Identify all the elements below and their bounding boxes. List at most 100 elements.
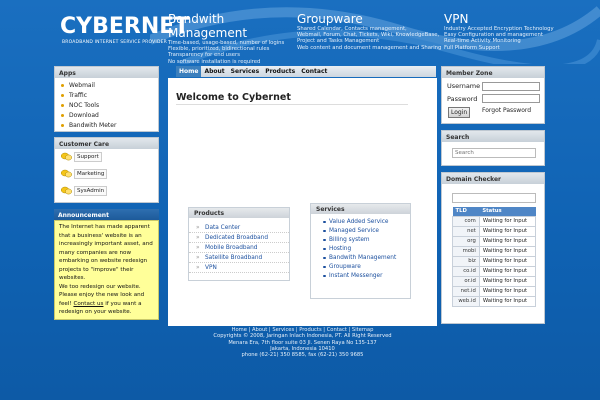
tld-header: TLD: [452, 207, 480, 216]
nav-home[interactable]: Home: [176, 66, 202, 77]
password-label: Password: [447, 95, 478, 103]
service-link-value-added[interactable]: Value Added Service: [321, 217, 410, 226]
nav-services[interactable]: Services: [228, 66, 263, 77]
domain-checker-panel: Domain Checker TLD Status com Waiting for…: [441, 172, 545, 324]
feature-title: Groupware: [297, 12, 363, 26]
service-link-instant-messenger[interactable]: Instant Messenger: [321, 271, 410, 280]
product-link-satellite-broadband[interactable]: Satellite Broadband: [189, 253, 289, 263]
tld-cell: com: [452, 215, 480, 227]
tld-cell: or.id: [452, 275, 480, 287]
announcement-line: many companies are now: [59, 249, 132, 256]
feature-title: VPN: [444, 12, 469, 26]
member-zone-title: Member Zone: [442, 67, 544, 78]
announcement-panel: Announcement The Internet has made appar…: [54, 209, 159, 334]
footer: Home | About | Services | Products | Con…: [168, 327, 437, 358]
app-link-traffic[interactable]: Traffic: [55, 90, 158, 100]
nav-contact[interactable]: Contact: [298, 66, 330, 77]
search-panel: Search: [441, 130, 545, 166]
header-feature-vpn: VPN Industry Accepted Encryption Technol…: [444, 12, 594, 51]
contact-us-link[interactable]: Contact us: [73, 301, 103, 307]
domain-checker-title: Domain Checker: [442, 173, 544, 184]
announcement-line: embarking on website redesign: [59, 258, 148, 264]
app-link-webmail[interactable]: Webmail: [55, 80, 158, 90]
domain-row: org Waiting for Input: [452, 235, 537, 247]
care-item-sysadmin[interactable]: SysAdmin: [55, 183, 158, 200]
service-link-billing[interactable]: Billing system: [321, 235, 410, 244]
site-tagline: BROADBAND INTERNET SERVICE PROVIDER: [62, 40, 167, 45]
domain-input[interactable]: [452, 193, 536, 203]
product-link-data-center[interactable]: Data Center: [189, 223, 289, 233]
tld-cell: mobi: [452, 245, 480, 257]
domain-row: biz Waiting for Input: [452, 255, 537, 267]
login-button[interactable]: Login: [448, 107, 471, 118]
status-cell: Waiting for Input: [478, 215, 537, 227]
tld-cell: co.id: [452, 265, 480, 277]
customer-care-panel: Customer Care Support Marketing SysAdmin: [54, 137, 159, 203]
feature-line: Web content and document management and …: [297, 44, 442, 51]
domain-table: TLD Status com Waiting for Input net Waiti…: [452, 207, 537, 307]
care-label[interactable]: Support: [74, 152, 102, 162]
chat-bubbles-icon: [61, 152, 72, 161]
tld-cell: web.id: [452, 295, 480, 307]
product-link-dedicated-broadband[interactable]: Dedicated Broadband: [189, 233, 289, 243]
password-input[interactable]: [482, 94, 540, 103]
domain-row: co.id Waiting for Input: [452, 265, 537, 277]
chat-bubbles-icon: [61, 186, 72, 195]
products-box: Products Data Center Dedicated Broadband…: [188, 207, 290, 281]
domain-row: or.id Waiting for Input: [452, 275, 537, 287]
care-item-marketing[interactable]: Marketing: [55, 166, 158, 183]
service-link-bandwith[interactable]: Bandwith Management: [321, 253, 410, 262]
product-link-mobile-broadband[interactable]: Mobile Broadband: [189, 243, 289, 253]
announcement-line: that a business' website is an: [59, 232, 142, 239]
header-feature-groupware: Groupware Shared Calendar, Contacts mana…: [297, 12, 442, 51]
status-cell: Waiting for Input: [478, 245, 537, 257]
announcement-line: projects to "improve" their: [59, 266, 134, 273]
search-title: Search: [442, 131, 544, 142]
username-input[interactable]: [482, 82, 540, 91]
status-cell: Waiting for Input: [478, 295, 537, 307]
nav-products[interactable]: Products: [262, 66, 298, 77]
announcement-line: We too redesign our website.: [59, 283, 141, 290]
service-link-groupware[interactable]: Groupware: [321, 262, 410, 271]
service-link-managed[interactable]: Managed Service: [321, 226, 410, 235]
feature-line: Full Platform Support: [444, 44, 500, 51]
domain-row: net Waiting for Input: [452, 225, 537, 237]
search-input[interactable]: [452, 148, 536, 158]
announcement-line: websites.: [59, 275, 86, 281]
chat-bubbles-icon: [61, 169, 72, 178]
services-title: Services: [311, 204, 410, 214]
customer-care-title: Customer Care: [55, 138, 158, 149]
domain-table-header: TLD Status: [452, 207, 536, 216]
announcement-text: The Internet has made apparent that a bu…: [54, 220, 159, 320]
feature-title: Bandwith Management: [168, 12, 248, 40]
announcement-line: Please enjoy the new look and: [59, 292, 145, 298]
member-zone-panel: Member Zone Username Password Login Forg…: [441, 66, 545, 124]
app-link-download[interactable]: Download: [55, 110, 158, 120]
page-title: Welcome to Cybernet: [176, 92, 291, 103]
title-divider: [176, 104, 408, 105]
status-cell: Waiting for Input: [478, 235, 537, 247]
domain-row: mobi Waiting for Input: [452, 245, 537, 257]
app-link-noc-tools[interactable]: NOC Tools: [55, 100, 158, 110]
domain-row: com Waiting for Input: [452, 215, 537, 227]
tld-cell: org: [452, 235, 480, 247]
main-nav: Home About Services Products Contact: [176, 66, 436, 77]
care-label[interactable]: Marketing: [74, 169, 108, 179]
announcement-line: increasingly important asset, and: [59, 241, 153, 247]
tld-cell: net.id: [452, 285, 480, 297]
app-link-bandwith-meter[interactable]: Bandwith Meter: [55, 120, 158, 130]
header-feature-bandwidth: Bandwith Management Time-based, usage-ba…: [168, 12, 293, 65]
announcement-title: Announcement: [54, 209, 159, 220]
footer-phone: phone (62-21) 350 8585, fax (62-21) 350 …: [241, 352, 364, 359]
nav-about[interactable]: About: [201, 66, 227, 77]
announcement-line: redesign on your website.: [59, 309, 132, 315]
apps-title: Apps: [55, 67, 158, 78]
announcement-line: feel!: [59, 300, 72, 307]
feature-line: No software installation is required: [168, 58, 261, 65]
forgot-password-link[interactable]: Forgot Password: [482, 107, 531, 114]
products-title: Products: [189, 208, 289, 218]
care-label[interactable]: SysAdmin: [74, 186, 108, 196]
care-item-support[interactable]: Support: [55, 149, 158, 166]
product-link-vpn[interactable]: VPN: [189, 263, 289, 273]
service-link-hosting[interactable]: Hosting: [321, 244, 410, 253]
